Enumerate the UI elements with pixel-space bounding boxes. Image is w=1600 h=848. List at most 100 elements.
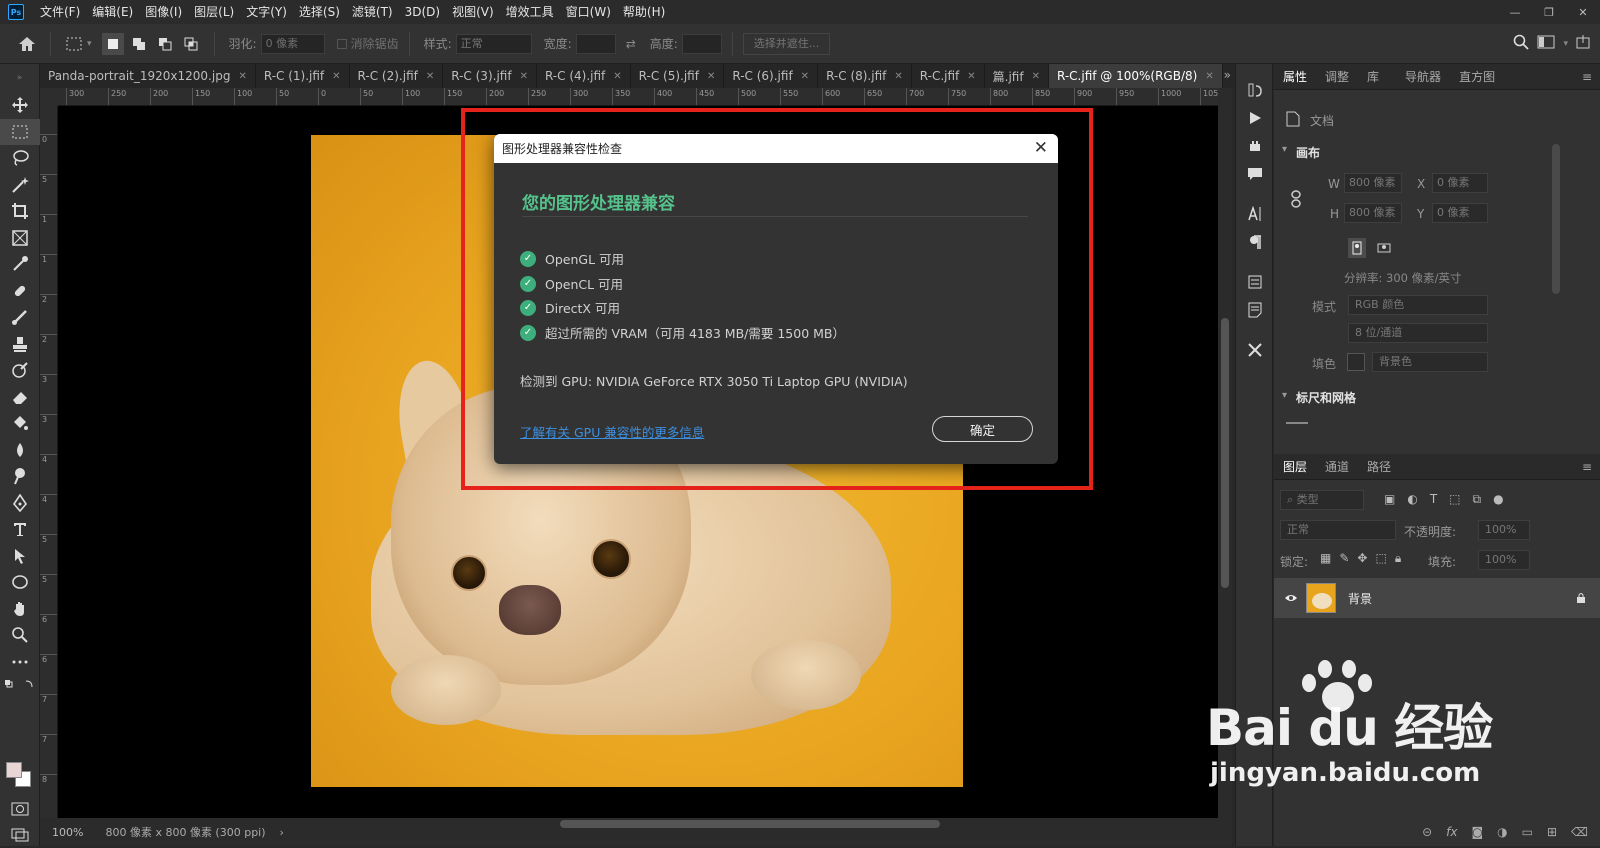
antialias-checkbox[interactable]: 消除锯齿: [336, 35, 399, 52]
swap-colors-icon[interactable]: [4, 678, 36, 692]
menu-plugins[interactable]: 增效工具: [500, 0, 560, 24]
trash-icon[interactable]: ⌫: [1571, 825, 1588, 839]
close-icon[interactable]: ✕: [1032, 71, 1040, 82]
menu-image[interactable]: 图像(I): [139, 0, 188, 24]
close-icon[interactable]: ✕: [1034, 138, 1048, 158]
history-panel-icon[interactable]: [1236, 76, 1274, 104]
path-selection-tool-icon[interactable]: [0, 543, 40, 570]
type-tool-icon[interactable]: [0, 516, 40, 543]
notes-panel-icon[interactable]: [1236, 296, 1274, 324]
crop-tool-icon[interactable]: [0, 198, 40, 225]
smart-object-filter-icon[interactable]: ⧉: [1473, 492, 1482, 507]
clone-stamp-tool-icon[interactable]: [0, 331, 40, 358]
home-icon[interactable]: [16, 33, 38, 55]
restore-button[interactable]: ❐: [1532, 0, 1566, 24]
collapse-icon[interactable]: »: [0, 64, 39, 92]
tab-layers[interactable]: 图层: [1274, 454, 1316, 480]
lasso-tool-icon[interactable]: [0, 145, 40, 172]
tab-document[interactable]: Panda-portrait_1920x1200.jpg ✕: [40, 64, 256, 88]
layer-row-background[interactable]: 背景: [1274, 578, 1600, 618]
visibility-eye-icon[interactable]: [1284, 593, 1298, 603]
tab-document[interactable]: R-C (6).jfif ✕: [724, 64, 819, 88]
tab-paths[interactable]: 路径: [1358, 454, 1400, 480]
blur-tool-icon[interactable]: [0, 437, 40, 464]
tab-document[interactable]: R-C (4).jfif ✕: [537, 64, 631, 88]
healing-brush-tool-icon[interactable]: [0, 278, 40, 305]
style-select[interactable]: 正常: [455, 33, 532, 54]
horizontal-scroll-thumb[interactable]: [560, 820, 940, 828]
brush-tool-icon[interactable]: [0, 304, 40, 331]
lock-artboard-icon[interactable]: ⬚: [1375, 551, 1386, 566]
marquee-tool-icon[interactable]: [0, 118, 40, 145]
panel-menu-icon[interactable]: ≡: [1582, 70, 1592, 84]
add-mask-icon[interactable]: ◙: [1471, 825, 1483, 839]
panel-menu-icon[interactable]: ≡: [1582, 460, 1592, 474]
dodge-tool-icon[interactable]: [0, 463, 40, 490]
tab-document[interactable]: R-C.jfif ✕: [912, 64, 985, 88]
opacity-input[interactable]: 100%: [1478, 520, 1530, 540]
menu-help[interactable]: 帮助(H): [617, 0, 671, 24]
status-arrow-icon[interactable]: ›: [280, 826, 284, 839]
canvas-y-input[interactable]: 0 像素: [1432, 203, 1488, 223]
canvas-section-title[interactable]: 画布: [1296, 144, 1320, 161]
horizontal-ruler[interactable]: 300 250 200 150 100 50 0 50 100 150 200 250 300 350 40…: [58, 88, 1218, 106]
actions-play-icon[interactable]: [1236, 104, 1274, 132]
select-and-mask-button[interactable]: 选择并遮住...: [742, 32, 831, 55]
lock-all-icon[interactable]: 🔒︎: [1395, 551, 1401, 566]
tab-histogram[interactable]: 直方图: [1450, 64, 1504, 90]
menu-filter[interactable]: 滤镜(T): [346, 0, 399, 24]
ok-button[interactable]: 确定: [932, 416, 1033, 442]
new-selection-icon[interactable]: [101, 32, 124, 55]
close-icon[interactable]: ✕: [238, 71, 246, 82]
link-icon[interactable]: [1290, 190, 1302, 211]
more-tools-icon[interactable]: [0, 649, 40, 676]
close-icon[interactable]: ✕: [894, 71, 902, 82]
color-mode-select[interactable]: RGB 颜色: [1348, 295, 1488, 315]
fill-select[interactable]: 背景色: [1372, 352, 1488, 372]
menu-view[interactable]: 视图(V): [446, 0, 500, 24]
vertical-ruler[interactable]: 0 5 1 1 2 2 3 3 4 4 5 5 6 6 7 7 8: [40, 106, 58, 818]
tab-document-active[interactable]: R-C.jfif @ 100%(RGB/8) ✕: [1048, 64, 1223, 88]
shape-filter-icon[interactable]: ⬚: [1449, 492, 1460, 507]
move-tool-icon[interactable]: [0, 92, 40, 119]
tool-presets-icon[interactable]: [1236, 336, 1274, 364]
chevron-down-icon[interactable]: ▾: [1563, 39, 1568, 49]
height-input[interactable]: [681, 33, 722, 54]
layer-filter-select[interactable]: ⌕ 类型: [1280, 490, 1364, 510]
menu-layer[interactable]: 图层(L): [188, 0, 240, 24]
close-icon[interactable]: ✕: [332, 71, 340, 82]
screen-mode-icon[interactable]: [0, 828, 40, 848]
eyedropper-tool-icon[interactable]: [0, 251, 40, 278]
character-panel-icon[interactable]: [1236, 200, 1274, 228]
share-icon[interactable]: [1576, 35, 1590, 52]
magic-wand-tool-icon[interactable]: [0, 172, 40, 199]
foreground-color-swatch[interactable]: [6, 762, 22, 778]
tab-document[interactable]: R-C (5).jfif ✕: [631, 64, 725, 88]
properties-panel-icon[interactable]: [1236, 268, 1274, 296]
frame-tool-icon[interactable]: [0, 225, 40, 252]
tab-libraries[interactable]: 库: [1358, 64, 1388, 90]
tab-navigator[interactable]: 导航器: [1396, 64, 1450, 90]
zoom-tool-icon[interactable]: [0, 622, 40, 649]
minimize-button[interactable]: —: [1498, 0, 1532, 24]
feather-input[interactable]: 0 像素: [260, 33, 325, 54]
pen-tool-icon[interactable]: [0, 490, 40, 517]
menu-type[interactable]: 文字(Y): [240, 0, 293, 24]
menu-window[interactable]: 窗口(W): [560, 0, 617, 24]
add-selection-icon[interactable]: [128, 33, 150, 55]
close-window-button[interactable]: ✕: [1566, 0, 1600, 24]
tab-channels[interactable]: 通道: [1316, 454, 1358, 480]
layer-name[interactable]: 背景: [1348, 590, 1372, 607]
canvas-height-input[interactable]: 800 像素: [1344, 203, 1402, 223]
zoom-level[interactable]: 100%: [52, 826, 83, 839]
tab-document[interactable]: R-C (3).jfif ✕: [443, 64, 537, 88]
tab-adjustments[interactable]: 调整: [1316, 64, 1358, 90]
photoshop-logo-icon[interactable]: Ps: [8, 4, 24, 20]
more-tabs-icon[interactable]: »: [1224, 68, 1231, 82]
paragraph-panel-icon[interactable]: [1236, 228, 1274, 256]
search-icon[interactable]: [1513, 34, 1530, 53]
eraser-tool-icon[interactable]: [0, 384, 40, 411]
landscape-orientation-icon[interactable]: [1374, 238, 1394, 258]
filter-toggle-icon[interactable]: ●: [1493, 492, 1503, 507]
quick-mask-icon[interactable]: [0, 802, 40, 822]
